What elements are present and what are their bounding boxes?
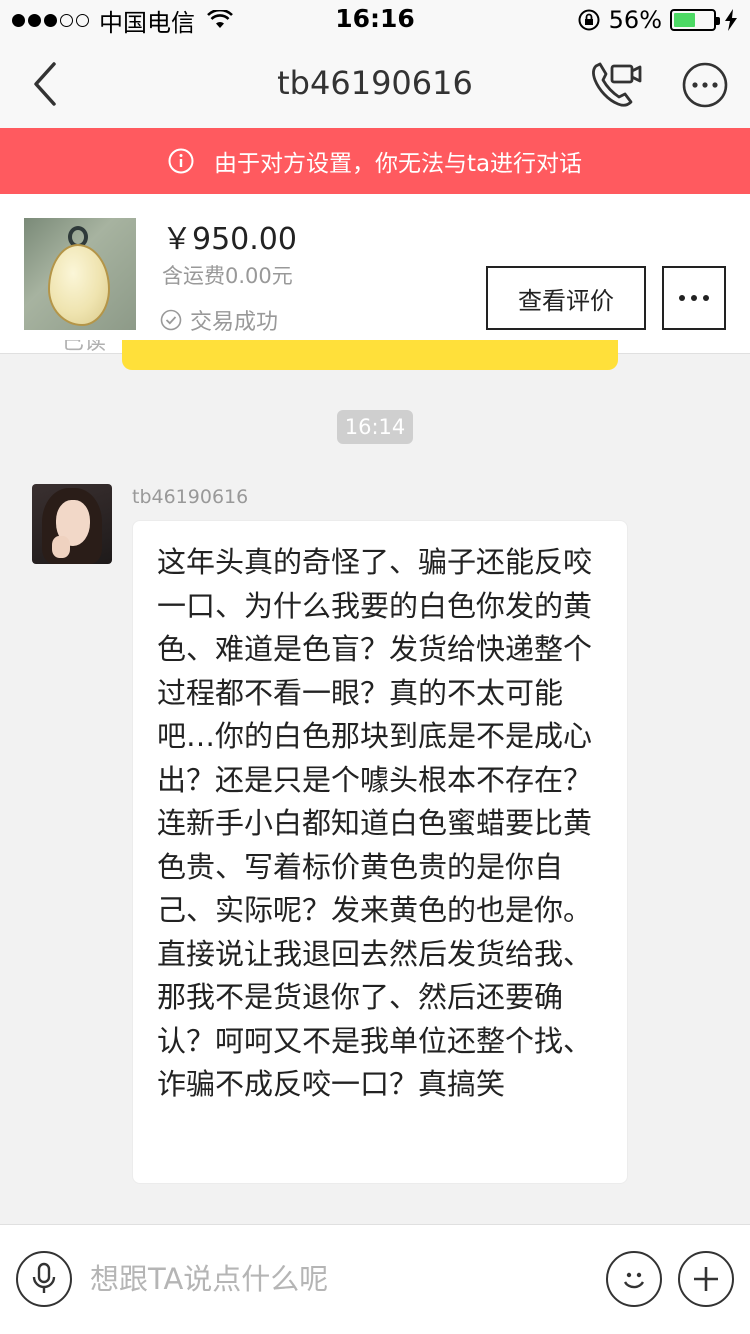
own-message-bubble[interactable] bbox=[122, 340, 618, 370]
info-icon bbox=[168, 148, 194, 174]
avatar-hand bbox=[52, 536, 70, 558]
status-right: 56% bbox=[577, 4, 738, 36]
more-options-icon[interactable] bbox=[682, 62, 728, 108]
check-circle-icon bbox=[160, 309, 182, 331]
shipping-fee: 含运费0.00元 bbox=[162, 264, 293, 288]
battery-fill bbox=[674, 13, 696, 27]
avatar[interactable] bbox=[32, 484, 112, 564]
chat-title: tb46190616 bbox=[277, 64, 473, 102]
dot bbox=[703, 295, 709, 301]
order-card[interactable]: ￥950.00 含运费0.00元 交易成功 查看评价 bbox=[0, 194, 750, 354]
chat-disabled-banner: 由于对方设置，你无法与ta进行对话 bbox=[0, 128, 750, 194]
emoji-button[interactable] bbox=[606, 1251, 662, 1307]
battery-icon bbox=[670, 9, 720, 31]
message-sender: tb46190616 bbox=[132, 486, 249, 508]
status-bar: 中国电信 16:16 56% bbox=[0, 0, 750, 40]
charging-bolt-icon bbox=[725, 9, 737, 31]
order-more-button[interactable] bbox=[662, 266, 726, 330]
product-thumbnail[interactable] bbox=[24, 218, 136, 330]
plus-icon bbox=[694, 1267, 718, 1291]
deal-status: 交易成功 bbox=[160, 304, 278, 336]
banner-text: 由于对方设置，你无法与ta进行对话 bbox=[213, 151, 583, 177]
microphone-button[interactable] bbox=[16, 1251, 72, 1307]
battery-percent: 56% bbox=[608, 6, 662, 34]
view-review-button[interactable]: 查看评价 bbox=[486, 266, 646, 330]
microphone-icon bbox=[32, 1262, 56, 1293]
read-receipt: 已读 bbox=[62, 340, 107, 355]
deal-status-text: 交易成功 bbox=[190, 310, 279, 335]
more-actions-button[interactable] bbox=[678, 1251, 734, 1307]
message-timestamp: 16:14 bbox=[337, 410, 413, 444]
order-price: ￥950.00 bbox=[162, 222, 297, 257]
smiley-icon bbox=[623, 1272, 645, 1289]
rotation-lock-icon bbox=[578, 9, 600, 31]
input-bar bbox=[0, 1224, 750, 1334]
incoming-message-bubble[interactable]: 这年头真的奇怪了、骗子还能反咬一口、为什么我要的白色你发的黄色、难道是色盲？发货… bbox=[132, 520, 628, 1184]
nav-bar: tb46190616 bbox=[0, 40, 750, 128]
phone-video-icon[interactable] bbox=[588, 58, 642, 110]
dot bbox=[691, 295, 697, 301]
back-chevron-icon[interactable] bbox=[20, 58, 72, 110]
pendant-stone bbox=[48, 244, 110, 326]
dot bbox=[679, 295, 685, 301]
message-input[interactable] bbox=[90, 1251, 590, 1307]
